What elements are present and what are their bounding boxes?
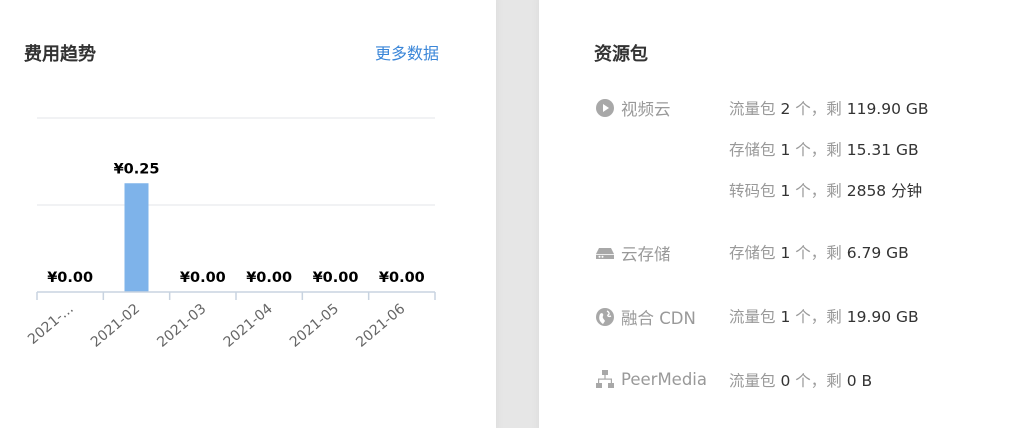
resource-line-label: 转码包 bbox=[729, 182, 776, 200]
chart-tick-label: 2021-04 bbox=[221, 301, 276, 351]
resource-category-name: 融合 CDN bbox=[621, 309, 696, 328]
chart-tick-label: 2021-03 bbox=[154, 301, 209, 351]
chart-tick-label: 2021-05 bbox=[287, 301, 342, 351]
resource-line-count: 1 bbox=[780, 141, 791, 159]
resource-line-label: 流量包 bbox=[729, 100, 776, 118]
resource-line-remaining: 119.90 GB bbox=[846, 100, 929, 118]
resource-line: 流量包 0 个，剩 0 B bbox=[729, 369, 872, 391]
resource-line-count: 1 bbox=[780, 182, 791, 200]
resource-category-name: 云存储 bbox=[621, 245, 671, 264]
resource-line-remaining: 0 B bbox=[846, 372, 873, 390]
resource-line-unit: 个，剩 bbox=[795, 308, 842, 326]
play-circle-icon bbox=[595, 98, 615, 118]
resource-line-count: 0 bbox=[780, 372, 791, 390]
resource-line-unit: 个，剩 bbox=[795, 244, 842, 262]
resource-line-label: 存储包 bbox=[729, 141, 776, 159]
chart-data-label: ¥0.00 bbox=[180, 270, 226, 286]
resource-line: 存储包 1 个，剩 15.31 GB bbox=[729, 138, 919, 160]
resource-line-unit: 个，剩 bbox=[795, 372, 842, 390]
resource-package-title: 资源包 bbox=[594, 44, 648, 65]
chart-bar bbox=[124, 183, 149, 292]
resource-line: 流量包 2 个，剩 119.90 GB bbox=[729, 97, 929, 119]
resource-category-cloud-storage: 云存储 bbox=[595, 241, 671, 265]
resource-package-card: 资源包 视频云 流量包 2 个，剩 119.90 GB 存储包 1 个，剩 15… bbox=[539, 0, 1034, 428]
resource-line: 流量包 1 个，剩 19.90 GB bbox=[729, 305, 919, 327]
chart-tick-label: 2021-... bbox=[25, 301, 77, 348]
resource-line-remaining: 15.31 GB bbox=[846, 141, 919, 159]
resource-line-remaining: 2858 分钟 bbox=[846, 182, 923, 200]
cost-trend-card: 费用趋势 更多数据 ¥0.00 ¥0.25 ¥0.00 ¥0.00 ¥0.00 ¥0.00… bbox=[0, 0, 496, 428]
resource-line-label: 流量包 bbox=[729, 372, 776, 390]
resource-line-label: 流量包 bbox=[729, 308, 776, 326]
resource-line-count: 2 bbox=[780, 100, 791, 118]
resource-line-count: 1 bbox=[780, 308, 791, 326]
resource-category-cdn: 融合 CDN bbox=[595, 305, 696, 329]
globe-icon bbox=[595, 307, 615, 327]
chart-tick-label: 2021-06 bbox=[353, 301, 408, 351]
resource-category-name: PeerMedia bbox=[621, 369, 708, 389]
chart-data-label: ¥0.00 bbox=[379, 270, 425, 286]
resource-line-unit: 个，剩 bbox=[795, 100, 842, 118]
chart-data-label: ¥0.00 bbox=[47, 270, 93, 286]
cost-trend-chart: ¥0.00¥0.25¥0.00 ¥0.00 ¥0.00 ¥0.00 2021-... 2… bbox=[25, 117, 436, 351]
resource-line-unit: 个，剩 bbox=[795, 182, 842, 200]
resource-category-video-cloud: 视频云 bbox=[595, 96, 671, 120]
network-icon bbox=[595, 369, 615, 389]
resource-line-label: 存储包 bbox=[729, 244, 776, 262]
chart-data-label: ¥0.00 bbox=[313, 270, 359, 286]
resource-category-name: 视频云 bbox=[621, 100, 671, 119]
resource-line: 存储包 1 个，剩 6.79 GB bbox=[729, 241, 909, 263]
resource-line-remaining: 19.90 GB bbox=[846, 308, 919, 326]
resource-line-unit: 个，剩 bbox=[795, 141, 842, 159]
resource-line-remaining: 6.79 GB bbox=[846, 244, 909, 262]
chart-data-label: ¥0.25 bbox=[114, 161, 160, 177]
resource-line-count: 1 bbox=[780, 244, 791, 262]
resource-category-peermedia: PeerMedia bbox=[595, 369, 707, 389]
chart-data-label: ¥0.00 bbox=[246, 270, 292, 286]
chart-tick-label: 2021-02 bbox=[88, 301, 143, 351]
resource-line: 转码包 1 个，剩 2858 分钟 bbox=[729, 179, 922, 201]
hard-drive-icon bbox=[595, 243, 615, 263]
